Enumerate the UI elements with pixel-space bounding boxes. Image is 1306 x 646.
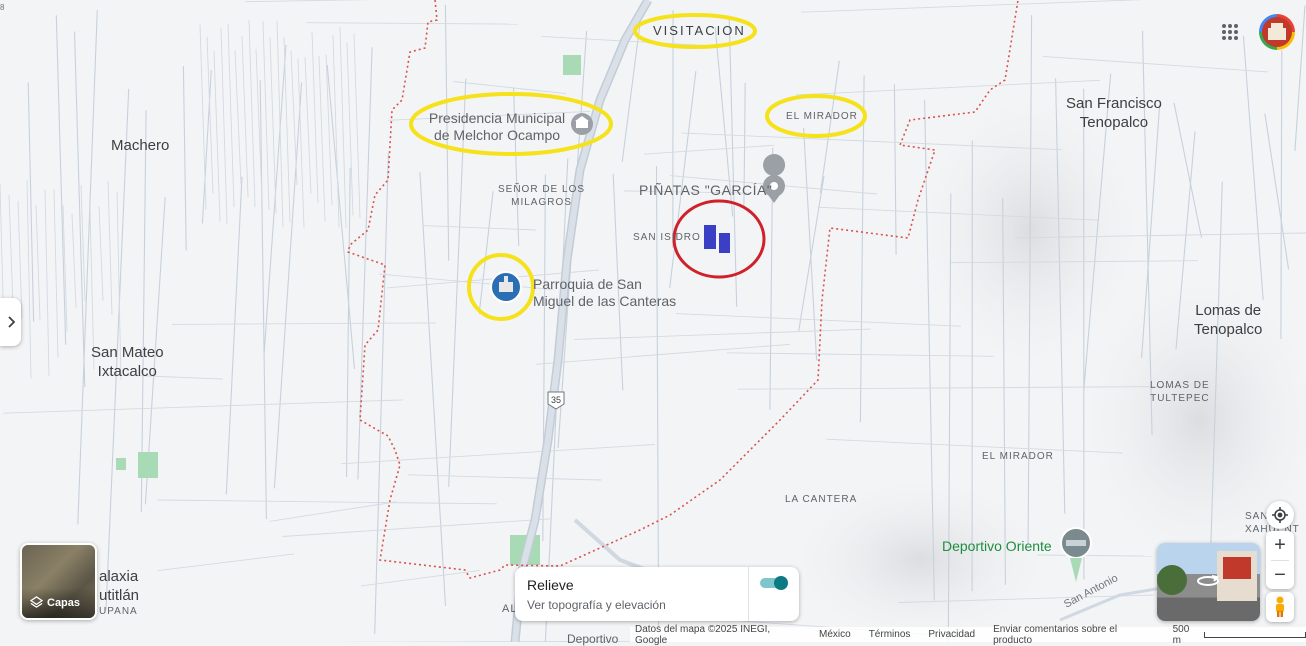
- place-presidencia-municipal[interactable]: Presidencia Municipal de Melchor Ocampo: [427, 110, 567, 144]
- relief-toggle[interactable]: [760, 576, 788, 590]
- relief-card[interactable]: Relieve Ver topografía y elevación: [515, 567, 799, 621]
- place-san-isidro[interactable]: SAN ISIDRO: [633, 231, 701, 244]
- lomas-tultepec-line2: TULTEPEC: [1150, 392, 1210, 405]
- place-pinatas-garcia[interactable]: PIÑATAS "GARCÍA": [639, 182, 772, 199]
- san-mateo-line1: San Mateo: [91, 343, 164, 362]
- place-el-mirador-bottom[interactable]: EL MIRADOR: [982, 450, 1054, 463]
- street-view-rotate-icon: [1195, 573, 1221, 589]
- san-francisco-line1: San Francisco: [1066, 94, 1162, 113]
- account-avatar[interactable]: [1259, 14, 1295, 50]
- grid-icon: [1221, 23, 1239, 41]
- presidencia-line1: Presidencia Municipal: [427, 110, 567, 127]
- place-bottom-deportivo: Deportivo: [567, 632, 618, 646]
- zoom-out-button[interactable]: −: [1266, 561, 1294, 589]
- avatar-image: [1262, 17, 1292, 47]
- layers-label: Capas: [47, 597, 80, 609]
- parroquia-line1: Parroquia de San: [533, 276, 676, 293]
- presidencia-line2: de Melchor Ocampo: [427, 127, 567, 144]
- church-photo-icon[interactable]: [491, 272, 521, 302]
- place-el-mirador-top[interactable]: EL MIRADOR: [786, 110, 858, 123]
- place-galaxia-cuautitlan[interactable]: alaxia utitlán UPANA: [99, 567, 139, 618]
- senor-milagros-line2: MILAGROS: [498, 196, 585, 209]
- zoom-controls: + −: [1266, 531, 1294, 589]
- feedback-link[interactable]: Enviar comentarios sobre el producto: [993, 624, 1155, 646]
- terms-link[interactable]: Términos: [869, 629, 911, 640]
- parroquia-line2: Miguel de las Canteras: [533, 293, 676, 310]
- place-deportivo-oriente[interactable]: Deportivo Oriente: [942, 538, 1052, 554]
- lomas-tenopalco-line1: Lomas de: [1194, 301, 1262, 320]
- relief-title: Relieve: [527, 577, 574, 593]
- my-location-button[interactable]: [1266, 501, 1294, 529]
- street-view-pegman-button[interactable]: [1266, 592, 1294, 622]
- galaxia-line3: UPANA: [99, 605, 139, 618]
- galaxia-line1: alaxia: [99, 567, 139, 586]
- chevron-right-icon: [7, 316, 15, 328]
- privacy-link[interactable]: Privacidad: [928, 629, 975, 640]
- layers-button[interactable]: Capas: [20, 543, 97, 620]
- lomas-tultepec-line1: LOMAS DE: [1150, 379, 1210, 392]
- museum-icon[interactable]: [571, 113, 593, 135]
- map-footer: Datos del mapa ©2025 INEGI, Google Méxic…: [630, 627, 1306, 642]
- place-la-cantera[interactable]: LA CANTERA: [785, 493, 857, 506]
- place-lomas-de-tultepec[interactable]: LOMAS DE TULTEPEC: [1150, 379, 1210, 405]
- building-marker-a: [704, 225, 716, 249]
- my-location-icon: [1271, 506, 1289, 524]
- pegman-icon: [1273, 596, 1287, 618]
- san-francisco-line2: Tenopalco: [1066, 113, 1162, 132]
- san-mateo-line2: Ixtacalco: [91, 362, 164, 381]
- place-san-mateo-ixtacalco[interactable]: San Mateo Ixtacalco: [91, 343, 164, 381]
- place-san-francisco-tenopalco[interactable]: San Francisco Tenopalco: [1066, 94, 1162, 132]
- senor-milagros-line1: SEÑOR DE LOS: [498, 183, 585, 196]
- building-marker-b: [719, 233, 730, 253]
- layers-icon: [30, 596, 43, 609]
- scale-bar[interactable]: 500 m: [1173, 624, 1306, 646]
- scale-label: 500 m: [1173, 624, 1200, 646]
- expand-side-panel-button[interactable]: [0, 298, 21, 346]
- country-link[interactable]: México: [819, 629, 851, 640]
- place-senor-de-los-milagros[interactable]: SEÑOR DE LOS MILAGROS: [498, 183, 585, 209]
- apps-grid-icon[interactable]: [1218, 20, 1242, 44]
- galaxia-line2: utitlán: [99, 586, 139, 605]
- place-visitacion[interactable]: VISITACION: [653, 23, 746, 38]
- place-parroquia-san-miguel[interactable]: Parroquia de San Miguel de las Canteras: [533, 276, 676, 310]
- map-data-attribution: Datos del mapa ©2025 INEGI, Google: [635, 624, 801, 646]
- street-view-thumbnail[interactable]: [1157, 543, 1260, 621]
- svg-text:35: 35: [551, 395, 561, 405]
- lomas-tenopalco-line2: Tenopalco: [1194, 320, 1262, 339]
- zoom-in-button[interactable]: +: [1266, 531, 1294, 560]
- corner-digit: 8: [0, 3, 4, 12]
- place-lomas-de-tenopalco[interactable]: Lomas de Tenopalco: [1194, 301, 1262, 339]
- relief-subtitle: Ver topografía y elevación: [527, 598, 666, 612]
- place-machero[interactable]: Machero: [111, 136, 169, 155]
